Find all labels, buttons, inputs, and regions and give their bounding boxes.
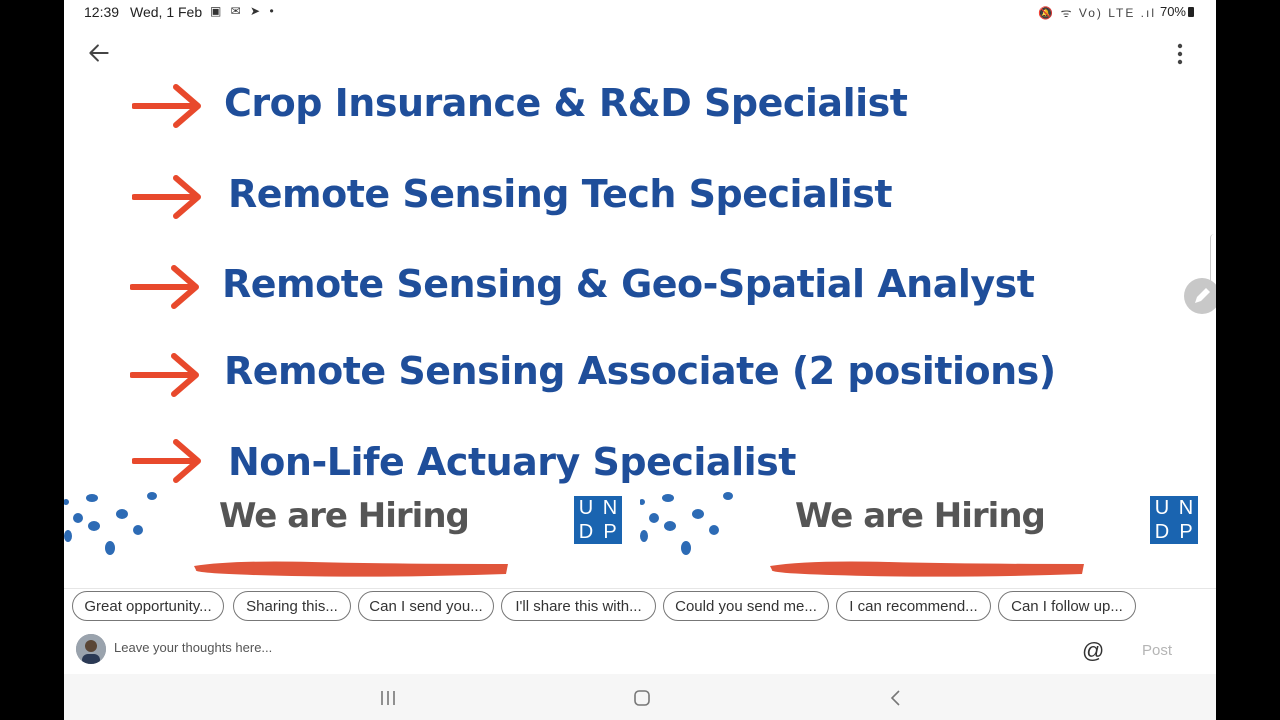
arrow-right-icon <box>130 265 199 309</box>
decorative-dots <box>64 492 157 555</box>
back-icon[interactable] <box>886 688 906 708</box>
navigation-bar <box>64 674 1216 720</box>
home-icon[interactable] <box>632 688 652 708</box>
app-bar <box>64 24 1216 85</box>
suggestion-chip[interactable]: I'll share this with... <box>501 591 656 621</box>
hiring-banner: We are Hiring U N D P <box>640 488 1216 578</box>
suggestion-chip[interactable]: Sharing this... <box>233 591 351 621</box>
mention-icon[interactable]: @ <box>1082 638 1104 664</box>
status-date: Wed, 1 Feb <box>130 4 203 20</box>
comment-input[interactable]: Leave your thoughts here... <box>114 640 272 655</box>
status-time: 12:39 <box>84 4 120 20</box>
suggestion-chip[interactable]: Can I follow up... <box>998 591 1136 621</box>
suggestion-chip[interactable]: Can I send you... <box>358 591 494 621</box>
job-title: Non-Life Actuary Specialist <box>228 440 796 484</box>
hiring-banner: We are Hiring U N D P <box>64 488 640 578</box>
pencil-icon <box>1195 288 1210 303</box>
decorative-dots <box>640 492 733 555</box>
job-title: Remote Sensing Associate (2 positions) <box>224 349 1056 393</box>
hiring-text: We are Hiring <box>795 496 1046 536</box>
job-title: Remote Sensing & Geo-Spatial Analyst <box>222 262 1035 306</box>
phone-screen: 12:39 Wed, 1 Feb ▣ ✉ ➤ • 🔕 ᯤ Vo) LTE .ıl… <box>64 0 1216 720</box>
brush-stroke <box>770 561 1084 577</box>
more-options-icon[interactable] <box>1170 42 1190 66</box>
signal-icons: 🔕 ᯤ Vo) LTE .ıl <box>1038 6 1156 20</box>
suggestion-chip[interactable]: Great opportunity... <box>72 591 224 621</box>
battery-icon <box>1188 7 1194 17</box>
battery-level: 70% <box>1159 4 1186 19</box>
arrow-right-icon <box>132 439 201 483</box>
arrow-right-icon <box>130 353 199 397</box>
suggestion-chip[interactable]: I can recommend... <box>836 591 991 621</box>
comment-bar: Leave your thoughts here... @ Post <box>64 630 1216 672</box>
suggestion-chip[interactable]: Could you send me... <box>663 591 829 621</box>
job-title: Crop Insurance & R&D Specialist <box>224 84 908 125</box>
undp-logo: U N D P <box>1150 496 1198 544</box>
job-title: Remote Sensing Tech Specialist <box>228 172 893 216</box>
post-image[interactable]: Crop Insurance & R&D Specialist Remote S… <box>64 84 1216 578</box>
arrow-right-icon <box>132 175 201 219</box>
undp-logo: U N D P <box>574 496 622 544</box>
suggestion-chips: Great opportunity... Sharing this... Can… <box>64 588 1216 627</box>
hiring-text: We are Hiring <box>219 496 470 536</box>
back-arrow-icon[interactable] <box>86 40 112 66</box>
status-bar: 12:39 Wed, 1 Feb ▣ ✉ ➤ • 🔕 ᯤ Vo) LTE .ıl… <box>64 0 1216 24</box>
brush-stroke <box>194 561 508 577</box>
recent-apps-icon[interactable] <box>378 688 398 708</box>
edit-button[interactable] <box>1184 278 1216 314</box>
arrow-right-icon <box>132 84 201 128</box>
avatar <box>76 634 106 664</box>
post-button[interactable]: Post <box>1142 642 1172 659</box>
notification-icons: ▣ ✉ ➤ • <box>210 4 277 18</box>
